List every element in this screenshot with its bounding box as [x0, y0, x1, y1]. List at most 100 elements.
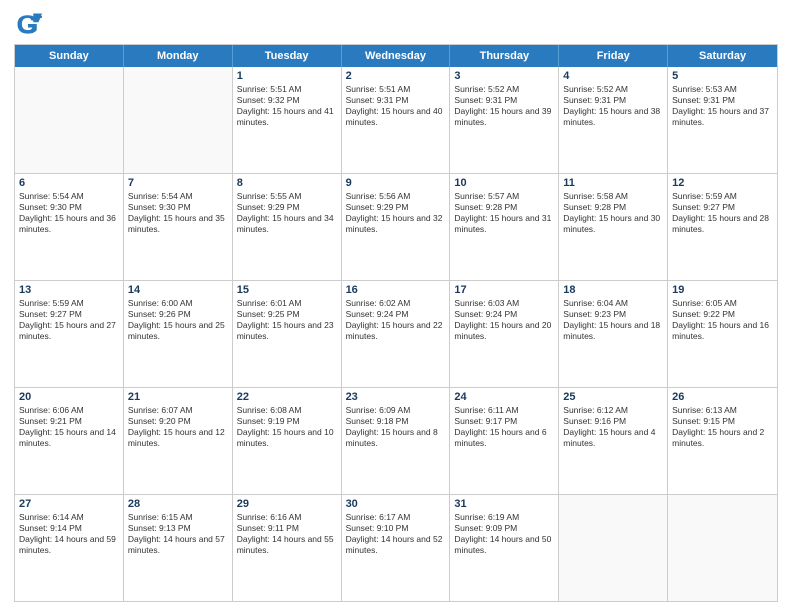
day-cell-29: 29Sunrise: 6:16 AM Sunset: 9:11 PM Dayli…	[233, 495, 342, 601]
day-number: 13	[19, 284, 119, 296]
week-row-3: 13Sunrise: 5:59 AM Sunset: 9:27 PM Dayli…	[15, 281, 777, 388]
day-info: Sunrise: 6:00 AM Sunset: 9:26 PM Dayligh…	[128, 298, 228, 342]
day-cell-13: 13Sunrise: 5:59 AM Sunset: 9:27 PM Dayli…	[15, 281, 124, 387]
day-cell-19: 19Sunrise: 6:05 AM Sunset: 9:22 PM Dayli…	[668, 281, 777, 387]
day-number: 10	[454, 177, 554, 189]
header-day-sunday: Sunday	[15, 45, 124, 67]
day-cell-28: 28 Sunrise: 6:15 AM Sunset: 9:13 PM Dayli…	[124, 495, 233, 601]
day-number: 14	[128, 284, 228, 296]
day-number: 6	[19, 177, 119, 189]
day-cell-9: 9 Sunrise: 5:56 AM Sunset: 9:29 PM Daylig…	[342, 174, 451, 280]
day-number: 20	[19, 391, 119, 403]
empty-cell	[15, 67, 124, 173]
day-info: Sunrise: 5:58 AM Sunset: 9:28 PM Dayligh…	[563, 191, 663, 235]
day-info: Sunrise: 6:03 AM Sunset: 9:24 PM Dayligh…	[454, 298, 554, 342]
day-number: 28	[128, 498, 228, 510]
day-info: Sunrise: 5:54 AM Sunset: 9:30 PM Dayligh…	[128, 191, 228, 235]
day-info: Sunrise: 5:51 AM Sunset: 9:31 PM Dayligh…	[346, 84, 446, 128]
day-number: 17	[454, 284, 554, 296]
day-number: 26	[672, 391, 773, 403]
day-number: 9	[346, 177, 446, 189]
day-info: Sunrise: 6:07 AM Sunset: 9:20 PM Dayligh…	[128, 405, 228, 449]
day-info: Sunrise: 5:52 AM Sunset: 9:31 PM Dayligh…	[454, 84, 554, 128]
day-number: 2	[346, 70, 446, 82]
day-cell-30: 30Sunrise: 6:17 AM Sunset: 9:10 PM Dayli…	[342, 495, 451, 601]
day-number: 4	[563, 70, 663, 82]
day-number: 8	[237, 177, 337, 189]
day-info: Sunrise: 6:12 AM Sunset: 9:16 PM Dayligh…	[563, 405, 663, 449]
empty-cell	[559, 495, 668, 601]
day-info: Sunrise: 5:54 AM Sunset: 9:30 PM Dayligh…	[19, 191, 119, 235]
day-number: 11	[563, 177, 663, 189]
day-info: Sunrise: 5:51 AM Sunset: 9:32 PM Dayligh…	[237, 84, 337, 128]
day-cell-7: 7 Sunrise: 5:54 AM Sunset: 9:30 PM Daylig…	[124, 174, 233, 280]
day-info: Sunrise: 6:15 AM Sunset: 9:13 PM Dayligh…	[128, 512, 228, 556]
day-number: 29	[237, 498, 337, 510]
day-cell-18: 18 Sunrise: 6:04 AM Sunset: 9:23 PM Dayli…	[559, 281, 668, 387]
calendar: SundayMondayTuesdayWednesdayThursdayFrid…	[14, 44, 778, 602]
day-cell-16: 16Sunrise: 6:02 AM Sunset: 9:24 PM Dayli…	[342, 281, 451, 387]
day-cell-4: 4 Sunrise: 5:52 AM Sunset: 9:31 PM Daylig…	[559, 67, 668, 173]
day-cell-6: 6 Sunrise: 5:54 AM Sunset: 9:30 PM Daylig…	[15, 174, 124, 280]
day-number: 12	[672, 177, 773, 189]
day-cell-1: 1 Sunrise: 5:51 AM Sunset: 9:32 PM Daylig…	[233, 67, 342, 173]
day-cell-15: 15Sunrise: 6:01 AM Sunset: 9:25 PM Dayli…	[233, 281, 342, 387]
day-cell-17: 17 Sunrise: 6:03 AM Sunset: 9:24 PM Dayli…	[450, 281, 559, 387]
day-info: Sunrise: 5:56 AM Sunset: 9:29 PM Dayligh…	[346, 191, 446, 235]
day-cell-21: 21 Sunrise: 6:07 AM Sunset: 9:20 PM Dayli…	[124, 388, 233, 494]
day-info: Sunrise: 6:17 AM Sunset: 9:10 PM Dayligh…	[346, 512, 446, 556]
day-cell-12: 12Sunrise: 5:59 AM Sunset: 9:27 PM Dayli…	[668, 174, 777, 280]
day-number: 24	[454, 391, 554, 403]
day-number: 7	[128, 177, 228, 189]
day-cell-2: 2 Sunrise: 5:51 AM Sunset: 9:31 PM Daylig…	[342, 67, 451, 173]
header-day-wednesday: Wednesday	[342, 45, 451, 67]
day-cell-14: 14 Sunrise: 6:00 AM Sunset: 9:26 PM Dayli…	[124, 281, 233, 387]
day-cell-8: 8 Sunrise: 5:55 AM Sunset: 9:29 PM Daylig…	[233, 174, 342, 280]
day-cell-20: 20 Sunrise: 6:06 AM Sunset: 9:21 PM Dayli…	[15, 388, 124, 494]
day-info: Sunrise: 6:19 AM Sunset: 9:09 PM Dayligh…	[454, 512, 554, 556]
day-info: Sunrise: 6:13 AM Sunset: 9:15 PM Dayligh…	[672, 405, 773, 449]
day-cell-10: 10 Sunrise: 5:57 AM Sunset: 9:28 PM Dayli…	[450, 174, 559, 280]
day-cell-5: 5Sunrise: 5:53 AM Sunset: 9:31 PM Daylig…	[668, 67, 777, 173]
day-number: 23	[346, 391, 446, 403]
empty-cell	[124, 67, 233, 173]
day-cell-25: 25 Sunrise: 6:12 AM Sunset: 9:16 PM Dayli…	[559, 388, 668, 494]
day-number: 18	[563, 284, 663, 296]
day-info: Sunrise: 6:04 AM Sunset: 9:23 PM Dayligh…	[563, 298, 663, 342]
day-info: Sunrise: 5:53 AM Sunset: 9:31 PM Dayligh…	[672, 84, 773, 128]
day-cell-26: 26 Sunrise: 6:13 AM Sunset: 9:15 PM Dayli…	[668, 388, 777, 494]
day-number: 31	[454, 498, 554, 510]
day-number: 3	[454, 70, 554, 82]
calendar-header: SundayMondayTuesdayWednesdayThursdayFrid…	[15, 45, 777, 67]
day-info: Sunrise: 6:09 AM Sunset: 9:18 PM Dayligh…	[346, 405, 446, 449]
day-cell-24: 24 Sunrise: 6:11 AM Sunset: 9:17 PM Dayli…	[450, 388, 559, 494]
day-number: 16	[346, 284, 446, 296]
calendar-body: 1 Sunrise: 5:51 AM Sunset: 9:32 PM Daylig…	[15, 67, 777, 601]
day-info: Sunrise: 6:06 AM Sunset: 9:21 PM Dayligh…	[19, 405, 119, 449]
day-info: Sunrise: 5:55 AM Sunset: 9:29 PM Dayligh…	[237, 191, 337, 235]
header-day-thursday: Thursday	[450, 45, 559, 67]
day-cell-3: 3 Sunrise: 5:52 AM Sunset: 9:31 PM Daylig…	[450, 67, 559, 173]
day-info: Sunrise: 6:05 AM Sunset: 9:22 PM Dayligh…	[672, 298, 773, 342]
week-row-2: 6 Sunrise: 5:54 AM Sunset: 9:30 PM Daylig…	[15, 174, 777, 281]
week-row-5: 27Sunrise: 6:14 AM Sunset: 9:14 PM Dayli…	[15, 495, 777, 601]
header-day-friday: Friday	[559, 45, 668, 67]
logo	[14, 10, 46, 38]
header-day-tuesday: Tuesday	[233, 45, 342, 67]
day-cell-22: 22Sunrise: 6:08 AM Sunset: 9:19 PM Dayli…	[233, 388, 342, 494]
day-number: 1	[237, 70, 337, 82]
day-info: Sunrise: 6:11 AM Sunset: 9:17 PM Dayligh…	[454, 405, 554, 449]
day-info: Sunrise: 6:14 AM Sunset: 9:14 PM Dayligh…	[19, 512, 119, 556]
week-row-1: 1 Sunrise: 5:51 AM Sunset: 9:32 PM Daylig…	[15, 67, 777, 174]
day-cell-27: 27Sunrise: 6:14 AM Sunset: 9:14 PM Dayli…	[15, 495, 124, 601]
header	[14, 10, 778, 38]
day-number: 25	[563, 391, 663, 403]
day-cell-23: 23 Sunrise: 6:09 AM Sunset: 9:18 PM Dayli…	[342, 388, 451, 494]
day-number: 22	[237, 391, 337, 403]
page: SundayMondayTuesdayWednesdayThursdayFrid…	[0, 0, 792, 612]
day-info: Sunrise: 6:01 AM Sunset: 9:25 PM Dayligh…	[237, 298, 337, 342]
day-number: 21	[128, 391, 228, 403]
day-info: Sunrise: 5:57 AM Sunset: 9:28 PM Dayligh…	[454, 191, 554, 235]
day-info: Sunrise: 5:52 AM Sunset: 9:31 PM Dayligh…	[563, 84, 663, 128]
week-row-4: 20 Sunrise: 6:06 AM Sunset: 9:21 PM Dayli…	[15, 388, 777, 495]
